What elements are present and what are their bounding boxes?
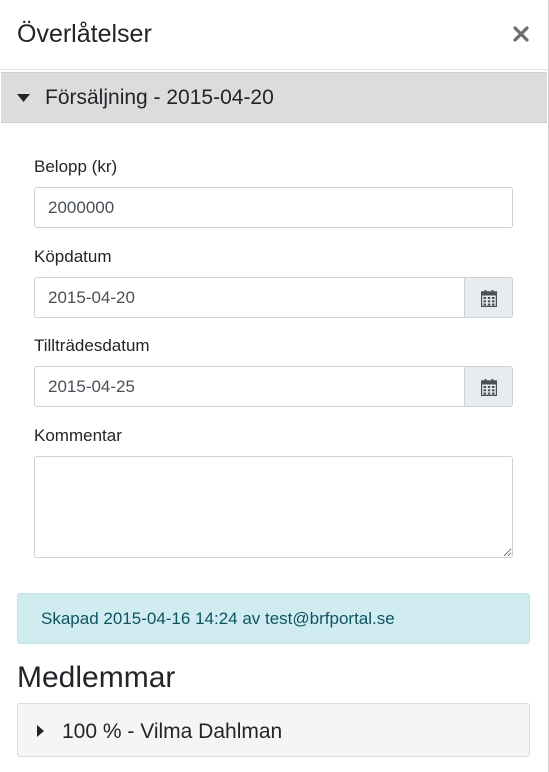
members-title: Medlemmar — [17, 661, 176, 694]
access-date-calendar-button[interactable] — [464, 366, 513, 407]
amount-input[interactable]: 2000000 — [34, 187, 513, 228]
calendar-icon — [481, 379, 497, 396]
purchase-date-group: 2015-04-20 — [34, 277, 513, 318]
modal-header: Överlåtelser — [0, 0, 548, 70]
created-info-alert: Skapad 2015-04-16 14:24 av test@brfporta… — [17, 593, 530, 644]
access-date-input[interactable]: 2015-04-25 — [34, 366, 465, 407]
created-info-text: Skapad 2015-04-16 14:24 av test@brfporta… — [41, 609, 395, 628]
caret-right-icon — [37, 725, 44, 737]
member-label: 100 % - Vilma Dahlman — [62, 720, 283, 743]
transfer-panel-heading[interactable]: Försäljning - 2015-04-20 — [1, 72, 547, 123]
transfer-modal: Överlåtelser Försäljning - 2015-04-20 Be… — [0, 0, 549, 772]
transfer-heading: Försäljning - 2015-04-20 — [45, 86, 274, 109]
amount-label: Belopp (kr) — [34, 157, 118, 176]
caret-down-icon — [17, 94, 30, 102]
comment-textarea[interactable] — [34, 456, 513, 558]
purchase-date-calendar-button[interactable] — [464, 277, 513, 318]
purchase-date-input[interactable]: 2015-04-20 — [34, 277, 465, 318]
access-date-group: 2015-04-25 — [34, 366, 513, 407]
calendar-icon — [481, 290, 497, 307]
member-panel[interactable]: 100 % - Vilma Dahlman — [17, 703, 530, 757]
close-button[interactable] — [508, 18, 534, 50]
comment-label: Kommentar — [34, 426, 122, 445]
access-date-label: Tillträdesdatum — [34, 336, 150, 355]
purchase-date-label: Köpdatum — [34, 247, 112, 266]
close-icon — [513, 26, 529, 42]
modal-title: Överlåtelser — [17, 20, 152, 48]
